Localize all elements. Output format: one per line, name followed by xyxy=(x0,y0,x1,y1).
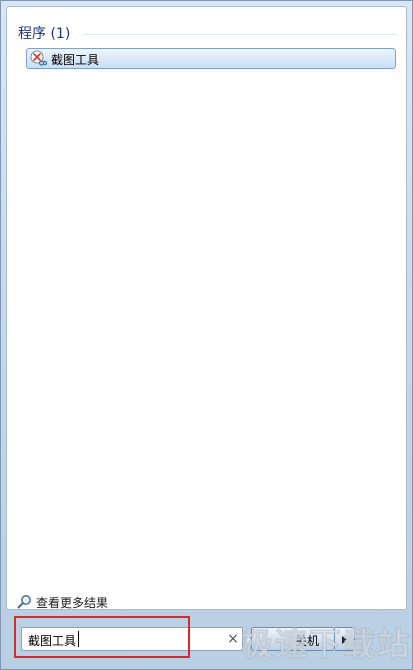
group-header-programs: 程序 (1) xyxy=(18,26,71,42)
scissors-icon xyxy=(30,50,47,66)
result-item-label: 截图工具 xyxy=(51,53,100,67)
search-magnifier-icon xyxy=(17,595,31,609)
shutdown-options-button[interactable] xyxy=(335,627,355,651)
shutdown-label: 关机 xyxy=(295,634,320,648)
search-input-value: 截图工具 xyxy=(28,634,77,648)
clear-search-button[interactable]: × xyxy=(225,629,241,649)
search-results-pane: 程序 (1) 截图工具 xyxy=(6,6,407,610)
shutdown-button[interactable]: 关机 xyxy=(251,627,335,651)
group-header-divider xyxy=(83,34,397,35)
result-item-snipping-tool[interactable]: 截图工具 xyxy=(26,48,396,69)
see-more-label: 查看更多结果 xyxy=(36,596,109,610)
text-caret xyxy=(78,631,79,647)
start-menu-window: 程序 (1) 截图工具 查看更多结果 截图工具 × 关机 极速下载站 xyxy=(0,0,413,670)
search-input[interactable]: 截图工具 × xyxy=(21,627,243,651)
chevron-right-icon xyxy=(342,636,347,644)
